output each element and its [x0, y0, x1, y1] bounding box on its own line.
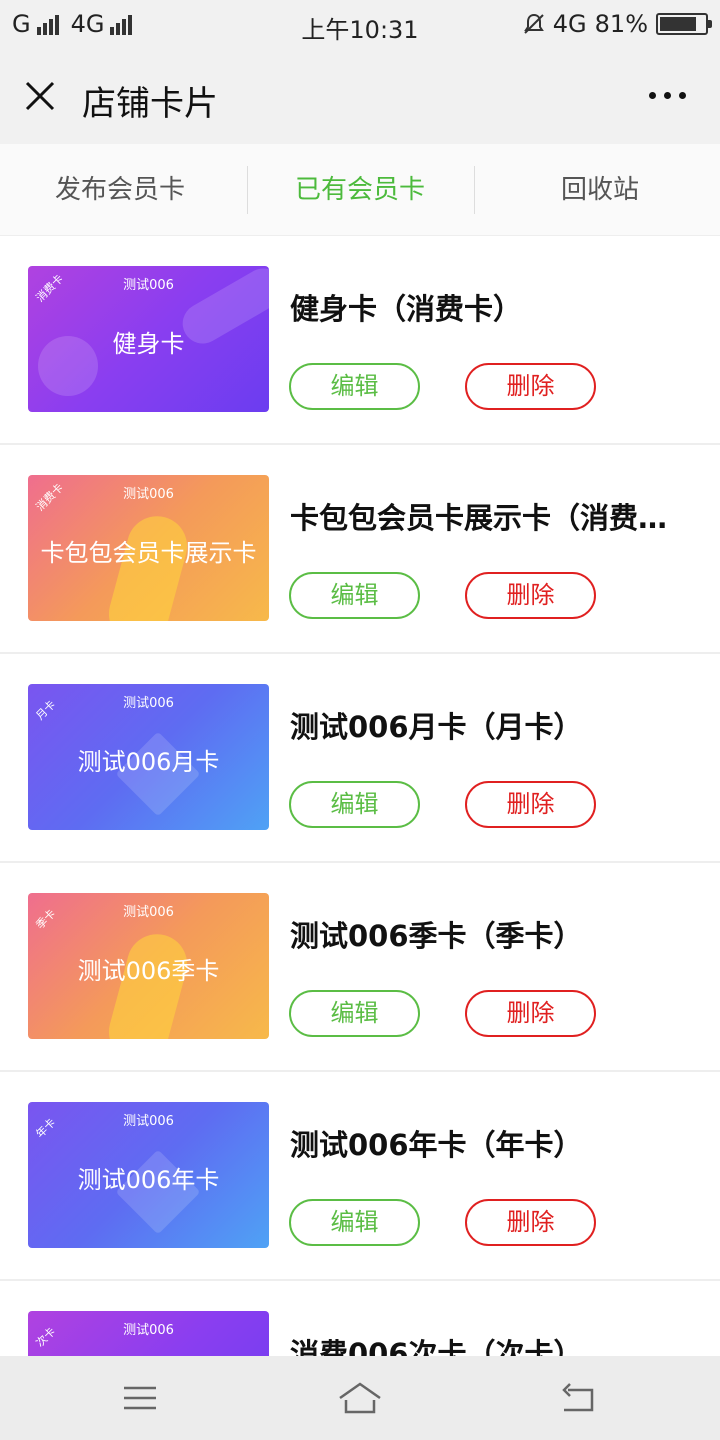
list-item: 消费卡 测试006 卡包包会员卡展示卡 卡包包会员卡展示卡（消费… 编辑 删除: [0, 445, 720, 654]
card-name: 测试006年卡: [77, 1166, 220, 1194]
edit-button[interactable]: 编辑: [289, 572, 420, 619]
app-header: 店铺卡片: [0, 50, 720, 144]
network-type: 4G: [552, 10, 587, 38]
card-brand: 测试006: [123, 696, 174, 711]
list-item: 次卡 测试006 消费006次卡（次卡）: [0, 1281, 720, 1356]
list-item: 年卡 测试006 测试006年卡 测试006年卡（年卡） 编辑 删除: [0, 1072, 720, 1281]
list-item: 月卡 测试006 测试006月卡 测试006月卡（月卡） 编辑 删除: [0, 654, 720, 863]
tab-recycle[interactable]: 回收站: [480, 144, 720, 235]
card-thumbnail[interactable]: 消费卡 测试006 健身卡: [28, 266, 269, 412]
more-icon[interactable]: [649, 92, 686, 99]
edit-button[interactable]: 编辑: [289, 363, 420, 410]
system-nav-bar: [0, 1356, 720, 1440]
delete-button[interactable]: 删除: [465, 572, 596, 619]
delete-button[interactable]: 删除: [465, 1199, 596, 1246]
card-name: 测试006月卡: [77, 748, 220, 776]
status-right: 4G 81%: [523, 10, 712, 38]
home-icon[interactable]: [336, 1378, 384, 1418]
list-item: 消费卡 测试006 健身卡 健身卡（消费卡） 编辑 删除: [0, 236, 720, 445]
battery-icon: [656, 13, 712, 35]
card-brand: 测试006: [123, 1114, 174, 1129]
tab-divider: [474, 166, 475, 214]
tab-publish[interactable]: 发布会员卡: [0, 144, 240, 235]
card-thumbnail[interactable]: 季卡 测试006 测试006季卡: [28, 893, 269, 1039]
card-title: 测试006年卡（年卡）: [290, 1128, 583, 1162]
card-thumbnail[interactable]: 次卡 测试006: [28, 1311, 269, 1356]
card-thumbnail[interactable]: 消费卡 测试006 卡包包会员卡展示卡: [28, 475, 269, 621]
tab-divider: [247, 166, 248, 214]
edit-button[interactable]: 编辑: [289, 1199, 420, 1246]
card-brand: 测试006: [123, 905, 174, 920]
list-item: 季卡 测试006 测试006季卡 测试006季卡（季卡） 编辑 删除: [0, 863, 720, 1072]
card-list: 消费卡 测试006 健身卡 健身卡（消费卡） 编辑 删除 消费卡 测试006 卡…: [0, 236, 720, 1356]
card-title: 健身卡（消费卡）: [290, 292, 523, 326]
battery-percent: 81%: [594, 10, 648, 38]
card-name: 卡包包会员卡展示卡: [40, 539, 257, 567]
menu-icon[interactable]: [120, 1378, 160, 1418]
card-name: 健身卡: [112, 330, 185, 358]
mute-bell-icon: [523, 13, 545, 35]
card-brand: 测试006: [123, 487, 174, 502]
card-thumbnail[interactable]: 月卡 测试006 测试006月卡: [28, 684, 269, 830]
delete-button[interactable]: 删除: [465, 363, 596, 410]
tab-bar: 发布会员卡 已有会员卡 回收站: [0, 144, 720, 236]
edit-button[interactable]: 编辑: [289, 781, 420, 828]
page-title: 店铺卡片: [82, 84, 218, 124]
card-brand: 测试006: [123, 278, 174, 293]
card-title: 测试006季卡（季卡）: [290, 919, 583, 953]
delete-button[interactable]: 删除: [465, 781, 596, 828]
card-brand: 测试006: [123, 1323, 174, 1338]
delete-button[interactable]: 删除: [465, 990, 596, 1037]
card-title: 卡包包会员卡展示卡（消费…: [290, 501, 668, 535]
card-title: 测试006月卡（月卡）: [290, 710, 583, 744]
card-thumbnail[interactable]: 年卡 测试006 测试006年卡: [28, 1102, 269, 1248]
tab-existing[interactable]: 已有会员卡: [240, 144, 480, 235]
edit-button[interactable]: 编辑: [289, 990, 420, 1037]
card-name: 测试006季卡: [77, 957, 220, 985]
back-icon[interactable]: [558, 1378, 598, 1418]
status-bar: G 4G 上午10:31 4G 81%: [0, 0, 720, 50]
close-icon[interactable]: [22, 78, 58, 114]
card-title: 消费006次卡（次卡）: [290, 1337, 583, 1356]
